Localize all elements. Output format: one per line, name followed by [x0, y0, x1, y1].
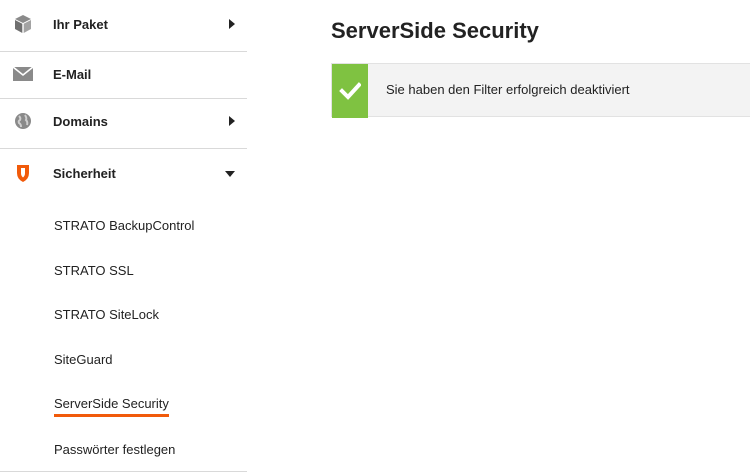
- success-alert: Sie haben den Filter erfolgreich deaktiv…: [331, 63, 750, 118]
- sidebar-subitem-siteguard[interactable]: SiteGuard: [54, 350, 113, 370]
- divider: [0, 471, 247, 472]
- sidebar-item-label: Ihr Paket: [53, 17, 108, 32]
- chevron-right-icon: [229, 19, 235, 29]
- sidebar-item-label: E-Mail: [53, 67, 92, 82]
- shield-icon: [12, 162, 34, 184]
- alert-message: Sie haben den Filter erfolgreich deaktiv…: [386, 82, 630, 97]
- chevron-right-icon: [229, 116, 235, 126]
- sidebar-subitem-ssl[interactable]: STRATO SSL: [54, 261, 134, 281]
- checkmark-icon: [339, 82, 361, 100]
- sidebar-subitem-backupcontrol[interactable]: STRATO BackupControl: [54, 216, 194, 236]
- sidebar-subitem-sitelock[interactable]: STRATO SiteLock: [54, 305, 159, 325]
- sidebar-item-label: Domains: [53, 114, 108, 129]
- sidebar-nav: Ihr Paket E-Mail Domains Sicherheit STRA…: [0, 0, 247, 474]
- page-title: ServerSide Security: [331, 18, 539, 43]
- sidebar-item-ihr-paket[interactable]: Ihr Paket: [0, 0, 247, 50]
- sidebar-subitem-serverside-security[interactable]: ServerSide Security: [54, 395, 169, 417]
- alert-icon-box: [332, 64, 368, 118]
- sidebar-item-sicherheit[interactable]: Sicherheit: [0, 149, 247, 199]
- chevron-down-icon: [225, 171, 235, 177]
- sidebar-subitem-passwoerter[interactable]: Passwörter festlegen: [54, 440, 175, 460]
- envelope-icon: [12, 63, 34, 85]
- sidebar-item-domains[interactable]: Domains: [0, 97, 247, 147]
- globe-icon: [12, 110, 34, 132]
- sidebar-item-label: Sicherheit: [53, 166, 116, 181]
- sidebar-item-email[interactable]: E-Mail: [0, 50, 247, 100]
- box-icon: [12, 13, 34, 35]
